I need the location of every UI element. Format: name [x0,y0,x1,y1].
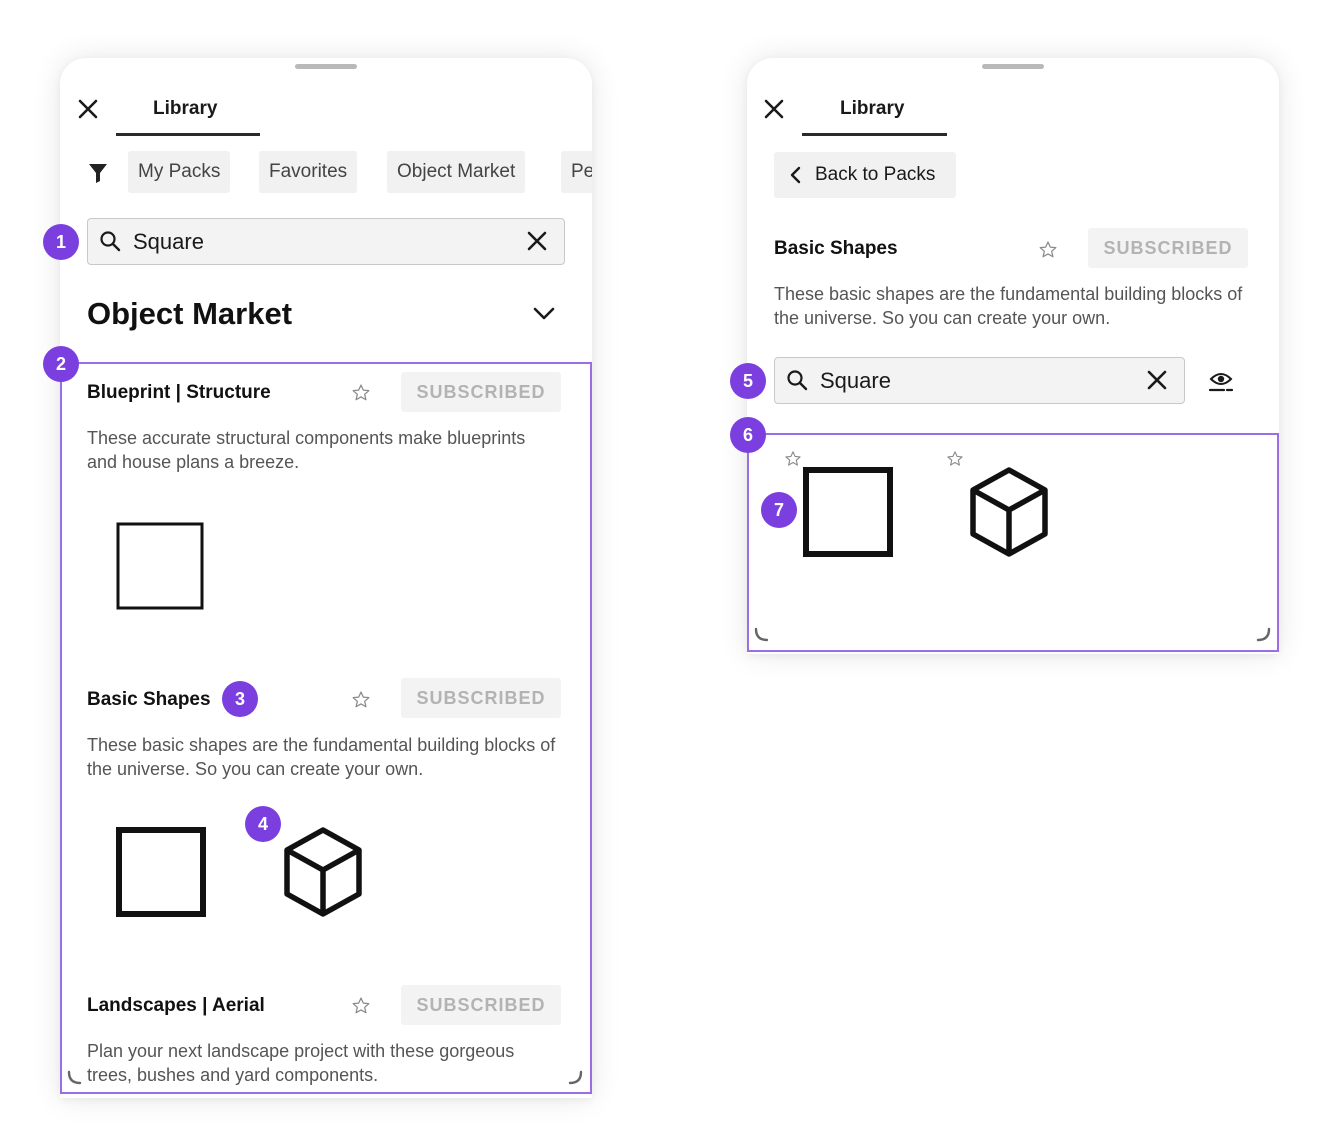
pack-description: Plan your next landscape project with th… [87,1041,515,1085]
pack-description: These basic shapes are the fundamental b… [87,735,556,779]
close-icon[interactable] [77,98,99,120]
pack-name[interactable]: Landscapes | Aerial [87,995,265,1017]
canvas: Library My Packs Favorites Object Market… [0,0,1333,1144]
back-to-packs-label: Back to Packs [815,164,936,185]
resize-corner-icon[interactable] [568,1070,584,1086]
tab-underline [802,133,947,136]
resize-corner-icon[interactable] [1256,627,1272,643]
filter-chip-overflow[interactable]: Pe [561,151,592,193]
subscribed-badge[interactable]: SUBSCRIBED [401,678,561,718]
search-icon [787,370,808,391]
resize-corner-icon[interactable] [753,627,769,643]
annotation-marker: 4 [245,806,281,842]
filter-chip-favorites[interactable]: Favorites [259,151,358,193]
clear-icon[interactable] [526,230,548,252]
search-input[interactable]: Square [820,368,891,394]
annotation-marker: 1 [43,224,79,260]
star-icon[interactable] [351,383,371,403]
chevron-left-icon [790,166,801,184]
filter-icon[interactable] [88,162,108,184]
pack-name[interactable]: Basic Shapes [87,689,211,711]
search-field[interactable]: Square [87,218,565,265]
back-to-packs-button[interactable]: Back to Packs [774,152,956,198]
annotation-marker: 5 [730,363,766,399]
drag-handle[interactable] [295,64,357,69]
annotation-marker: 2 [43,346,79,382]
section-title: Object Market [87,296,293,331]
annotation-marker: 7 [761,492,797,528]
square-icon[interactable] [115,521,205,611]
close-icon[interactable] [763,98,785,120]
pack-name: Basic Shapes [774,238,898,259]
square-icon[interactable] [802,466,894,558]
star-icon[interactable] [784,450,802,468]
pack-description: These accurate structural components mak… [87,428,526,472]
search-icon [100,231,121,252]
tab-library[interactable]: Library [840,98,904,120]
cube-icon[interactable] [282,826,364,918]
chevron-down-icon[interactable] [532,306,556,322]
library-panel-market: Library My Packs Favorites Object Market… [60,58,592,1098]
tab-library[interactable]: Library [153,98,217,120]
filter-chip-object-market[interactable]: Object Market [387,151,526,193]
search-field[interactable]: Square [774,357,1185,404]
resize-corner-icon[interactable] [66,1070,82,1086]
star-icon[interactable] [946,450,964,468]
pack-description: These basic shapes are the fundamental b… [774,284,1243,328]
filter-chip-my-packs[interactable]: My Packs [128,151,231,193]
annotation-marker: 3 [222,681,258,717]
pack-name[interactable]: Blueprint | Structure [87,382,271,404]
cube-icon[interactable] [968,466,1050,558]
subscribed-badge[interactable]: SUBSCRIBED [401,985,561,1025]
star-icon[interactable] [1038,240,1058,260]
star-icon[interactable] [351,996,371,1016]
tab-underline [116,133,260,136]
square-icon[interactable] [115,826,207,918]
star-icon[interactable] [351,690,371,710]
clear-icon[interactable] [1146,369,1168,391]
drag-handle[interactable] [982,64,1044,69]
annotation-marker: 6 [730,417,766,453]
library-panel-pack-detail: Library Back to Packs Basic Shapes SUBSC… [747,58,1279,654]
eye-icon[interactable] [1208,368,1234,394]
search-input[interactable]: Square [133,229,204,255]
subscribed-badge[interactable]: SUBSCRIBED [1088,228,1248,268]
subscribed-badge[interactable]: SUBSCRIBED [401,372,561,412]
